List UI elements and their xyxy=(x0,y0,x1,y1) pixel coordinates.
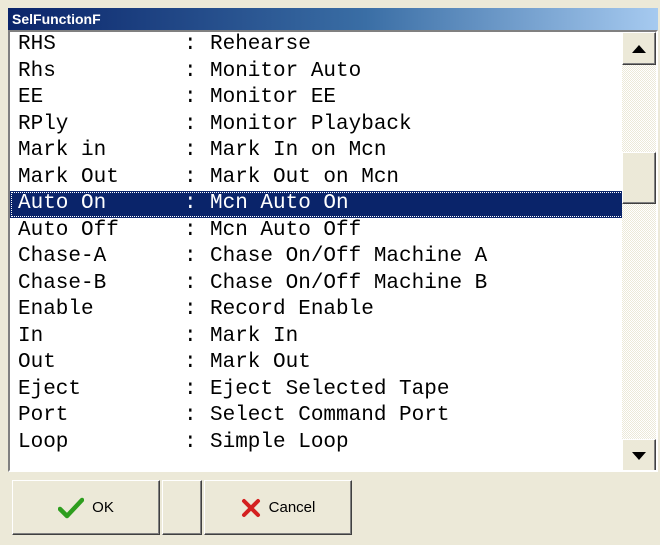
list-item-code: EE xyxy=(18,86,44,109)
list-item-code: Auto Off xyxy=(18,218,119,242)
list-item-separator: : xyxy=(184,430,197,454)
list-item[interactable]: RHS: Rehearse xyxy=(10,32,624,59)
list-item-description: Mcn Auto Off xyxy=(210,218,362,242)
list-item-separator: : xyxy=(184,245,197,268)
list-item[interactable]: Port: Select Command Port xyxy=(10,403,624,430)
list-item-separator: : xyxy=(184,298,197,321)
list-item-code: Port xyxy=(18,404,69,427)
list-item[interactable]: Chase-A: Chase On/Off Machine A xyxy=(10,244,624,271)
ok-button-label: OK xyxy=(92,499,114,516)
list-item-description: Mark Out xyxy=(210,351,311,374)
list-item-description: Mark In xyxy=(210,324,299,348)
list-item-separator: : xyxy=(184,351,197,374)
list-item-separator: : xyxy=(184,324,197,348)
list-item-separator: : xyxy=(184,112,197,136)
list-item-code: Enable xyxy=(18,298,94,321)
list-item-description: Mark Out on Mcn xyxy=(210,165,400,189)
list-item-description: Eject Selected Tape xyxy=(210,377,450,401)
list-item[interactable]: Chase-B: Chase On/Off Machine B xyxy=(10,271,624,298)
toolbar-spacer-button xyxy=(162,480,202,535)
button-bar: OK Cancel xyxy=(8,476,658,538)
list-item-description: Chase On/Off Machine A xyxy=(210,245,488,268)
list-item-code: Mark in xyxy=(18,139,107,162)
list-item-separator: : xyxy=(184,377,197,401)
list-item[interactable]: Enable: Record Enable xyxy=(10,297,624,324)
list-item-separator: : xyxy=(184,165,197,189)
ok-button[interactable]: OK xyxy=(12,480,160,535)
list-item-code: RHS xyxy=(18,33,56,56)
list-item[interactable]: Mark Out: Mark Out on Mcn xyxy=(10,165,624,192)
list-item-separator: : xyxy=(184,192,197,215)
list-item-description: Select Command Port xyxy=(210,404,450,427)
cancel-button-label: Cancel xyxy=(268,499,316,516)
x-icon xyxy=(241,498,261,518)
list-item-code: RPly xyxy=(18,112,69,136)
list-item[interactable]: Eject: Eject Selected Tape xyxy=(10,377,624,404)
list-item-code: Chase-B xyxy=(18,271,107,295)
list-item[interactable]: In: Mark In xyxy=(10,324,624,351)
scroll-thumb[interactable] xyxy=(622,152,656,204)
arrow-down-icon xyxy=(632,451,646,460)
list-item[interactable]: Loop: Simple Loop xyxy=(10,430,624,457)
vertical-scrollbar[interactable] xyxy=(622,32,656,470)
list-item[interactable]: RPly: Monitor Playback xyxy=(10,112,624,139)
list-item-description: Mark In on Mcn xyxy=(210,139,387,162)
list-item-description: Rehearse xyxy=(210,33,311,56)
list-item-separator: : xyxy=(184,139,197,162)
list-item-separator: : xyxy=(184,218,197,242)
scroll-up-button[interactable] xyxy=(622,32,656,65)
list-item-code: Rhs xyxy=(18,59,56,83)
list-item-code: Out xyxy=(18,351,56,374)
list-item-separator: : xyxy=(184,59,197,83)
list-item-separator: : xyxy=(184,33,197,56)
list-item-description: Monitor EE xyxy=(210,86,337,109)
list-item-separator: : xyxy=(184,86,197,109)
function-listbox[interactable]: RHS: Rehearse Rhs: Monitor Auto EE: Monitor E… xyxy=(8,30,658,472)
list-item[interactable]: Auto Off: Mcn Auto Off xyxy=(10,218,624,245)
checkmark-icon xyxy=(58,497,85,519)
list-item[interactable]: Out: Mark Out xyxy=(10,350,624,377)
list-item-description: Record Enable xyxy=(210,298,374,321)
list-item-code: Eject xyxy=(18,377,82,401)
window-title: SelFunctionF xyxy=(8,8,658,30)
list-item[interactable]: Auto On: Mcn Auto On xyxy=(10,191,624,218)
cancel-button[interactable]: Cancel xyxy=(204,480,352,535)
scroll-down-button[interactable] xyxy=(622,439,656,470)
list-item[interactable]: Rhs: Monitor Auto xyxy=(10,59,624,86)
list-item-code: Auto On xyxy=(18,192,107,215)
list-item-description: Monitor Auto xyxy=(210,59,362,83)
list-item[interactable]: Mark in: Mark In on Mcn xyxy=(10,138,624,165)
list-item-description: Monitor Playback xyxy=(210,112,412,136)
list-item-description: Mcn Auto On xyxy=(210,192,349,215)
list-item-code: Chase-A xyxy=(18,245,107,268)
list-item-description: Chase On/Off Machine B xyxy=(210,271,488,295)
list-item-code: Loop xyxy=(18,430,69,454)
list-item-description: Simple Loop xyxy=(210,430,349,454)
list-item[interactable]: EE: Monitor EE xyxy=(10,85,624,112)
list-item-code: Mark Out xyxy=(18,165,119,189)
arrow-up-icon xyxy=(632,44,646,53)
list-item-separator: : xyxy=(184,271,197,295)
list-item-code: In xyxy=(18,324,44,348)
list-item-separator: : xyxy=(184,404,197,427)
function-list: RHS: Rehearse Rhs: Monitor Auto EE: Monitor E… xyxy=(10,32,624,470)
dialog-window: SelFunctionF RHS: Rehearse Rhs: Monitor Aut… xyxy=(0,0,660,545)
